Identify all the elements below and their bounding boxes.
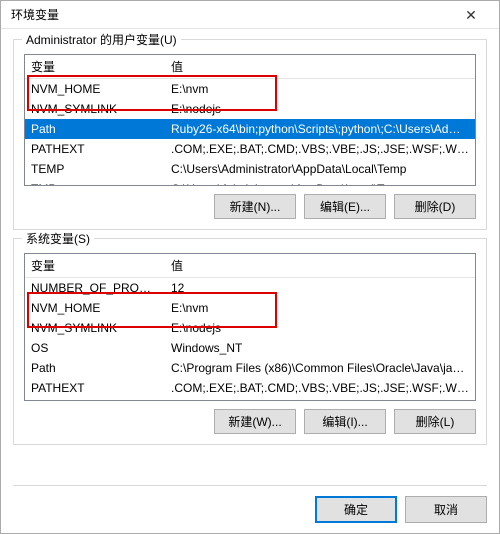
- window-title: 环境变量: [11, 6, 59, 23]
- close-icon: ✕: [465, 8, 477, 22]
- var-value-cell: E:\nodejs: [165, 318, 475, 338]
- var-value-cell: 12: [165, 278, 475, 299]
- dialog-footer: 确定 取消: [13, 485, 487, 523]
- table-row[interactable]: NVM_HOMEE:\nvm: [25, 298, 475, 318]
- ok-button[interactable]: 确定: [315, 496, 397, 523]
- user-new-button[interactable]: 新建(N)...: [214, 194, 296, 219]
- user-buttons-row: 新建(N)... 编辑(E)... 删除(D): [24, 194, 476, 219]
- table-row[interactable]: PathC:\Program Files (x86)\Common Files\…: [25, 358, 475, 378]
- var-name-cell: TEMP: [25, 159, 165, 179]
- user-vars-table[interactable]: 变量 值 NVM_HOMEE:\nvmNVM_SYMLINKE:\nodejsP…: [25, 55, 475, 186]
- var-name-cell: PROCESSOR_ARCHITECT...: [25, 398, 165, 401]
- table-row[interactable]: PATHEXT.COM;.EXE;.BAT;.CMD;.VBS;.VBE;.JS…: [25, 378, 475, 398]
- var-name-cell: NVM_SYMLINK: [25, 99, 165, 119]
- user-vars-legend: Administrator 的用户变量(U): [22, 31, 181, 48]
- close-button[interactable]: ✕: [451, 2, 491, 28]
- var-name-cell: PATHEXT: [25, 378, 165, 398]
- env-vars-dialog: 环境变量 ✕ Administrator 的用户变量(U) 变量 值 NVM_H…: [0, 0, 500, 534]
- system-vars-table[interactable]: 变量 值 NUMBER_OF_PROCESSORS12NVM_HOMEE:\nv…: [25, 254, 475, 401]
- var-name-cell: NVM_SYMLINK: [25, 318, 165, 338]
- var-value-cell: E:\nvm: [165, 79, 475, 100]
- var-value-cell: C:\Users\Administrator\AppData\Local\Tem…: [165, 159, 475, 179]
- table-row[interactable]: NUMBER_OF_PROCESSORS12: [25, 278, 475, 299]
- system-delete-button[interactable]: 删除(L): [394, 409, 476, 434]
- var-value-cell: E:\nvm: [165, 298, 475, 318]
- system-buttons-row: 新建(W)... 编辑(I)... 删除(L): [24, 409, 476, 434]
- var-name-cell: OS: [25, 338, 165, 358]
- system-vars-legend: 系统变量(S): [22, 230, 94, 247]
- var-name-cell: Path: [25, 358, 165, 378]
- system-edit-button[interactable]: 编辑(I)...: [304, 409, 386, 434]
- user-edit-button[interactable]: 编辑(E)...: [304, 194, 386, 219]
- system-new-button[interactable]: 新建(W)...: [214, 409, 296, 434]
- table-row[interactable]: NVM_HOMEE:\nvm: [25, 79, 475, 100]
- var-name-cell: NVM_HOME: [25, 79, 165, 100]
- user-vars-group: Administrator 的用户变量(U) 变量 值 NVM_HOMEE:\n…: [13, 39, 487, 230]
- col-header-name[interactable]: 变量: [25, 55, 165, 79]
- var-value-cell: Ruby26-x64\bin;python\Scripts\;python\;C…: [165, 119, 475, 139]
- var-name-cell: NVM_HOME: [25, 298, 165, 318]
- titlebar: 环境变量 ✕: [1, 1, 499, 29]
- table-row[interactable]: OSWindows_NT: [25, 338, 475, 358]
- var-name-cell: Path: [25, 119, 165, 139]
- table-row[interactable]: NVM_SYMLINKE:\nodejs: [25, 99, 475, 119]
- col-header-name[interactable]: 变量: [25, 254, 165, 278]
- var-value-cell: E:\nodejs: [165, 99, 475, 119]
- col-header-value[interactable]: 值: [165, 254, 475, 278]
- var-name-cell: NUMBER_OF_PROCESSORS: [25, 278, 165, 299]
- user-delete-button[interactable]: 删除(D): [394, 194, 476, 219]
- var-value-cell: C:\Program Files (x86)\Common Files\Orac…: [165, 358, 475, 378]
- col-header-value[interactable]: 值: [165, 55, 475, 79]
- table-row[interactable]: PROCESSOR_ARCHITECT...AMD64: [25, 398, 475, 401]
- var-name-cell: PATHEXT: [25, 139, 165, 159]
- table-row[interactable]: NVM_SYMLINKE:\nodejs: [25, 318, 475, 338]
- var-value-cell: .COM;.EXE;.BAT;.CMD;.VBS;.VBE;.JS;.JSE;.…: [165, 139, 475, 159]
- table-row[interactable]: TEMPC:\Users\Administrator\AppData\Local…: [25, 159, 475, 179]
- content-area: Administrator 的用户变量(U) 变量 值 NVM_HOMEE:\n…: [1, 29, 499, 479]
- table-row[interactable]: PATHEXT.COM;.EXE;.BAT;.CMD;.VBS;.VBE;.JS…: [25, 139, 475, 159]
- system-vars-table-wrap: 变量 值 NUMBER_OF_PROCESSORS12NVM_HOMEE:\nv…: [24, 253, 476, 401]
- var-value-cell: C:\Users\Administrator\AppData\Local\Tem…: [165, 179, 475, 186]
- cancel-button[interactable]: 取消: [405, 496, 487, 523]
- var-value-cell: AMD64: [165, 398, 475, 401]
- var-name-cell: TMP: [25, 179, 165, 186]
- table-row[interactable]: PathRuby26-x64\bin;python\Scripts\;pytho…: [25, 119, 475, 139]
- var-value-cell: .COM;.EXE;.BAT;.CMD;.VBS;.VBE;.JS;.JSE;.…: [165, 378, 475, 398]
- table-row[interactable]: TMPC:\Users\Administrator\AppData\Local\…: [25, 179, 475, 186]
- var-value-cell: Windows_NT: [165, 338, 475, 358]
- system-vars-group: 系统变量(S) 变量 值 NUMBER_OF_PROCESSORS12NVM_H…: [13, 238, 487, 445]
- user-vars-table-wrap: 变量 值 NVM_HOMEE:\nvmNVM_SYMLINKE:\nodejsP…: [24, 54, 476, 186]
